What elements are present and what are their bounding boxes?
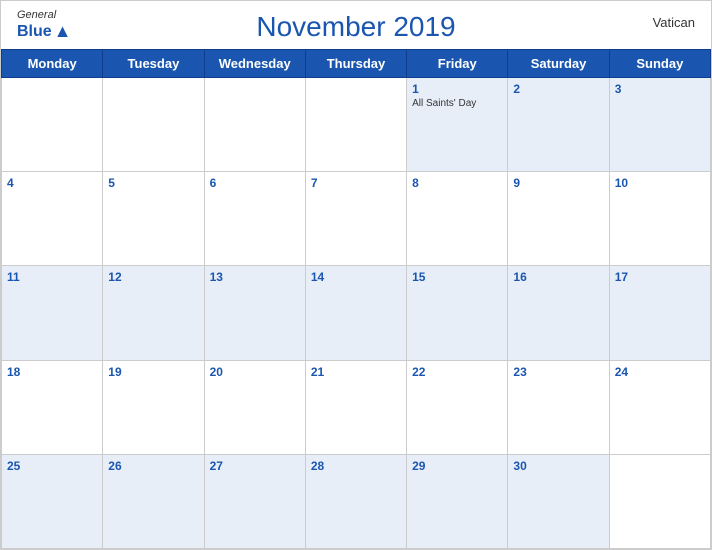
logo-general: General Blue ▲ — [17, 9, 72, 42]
day-number: 30 — [513, 459, 603, 473]
country-label: Vatican — [653, 15, 695, 30]
day-number: 19 — [108, 365, 198, 379]
logo-blue-text: Blue — [17, 23, 52, 41]
day-number: 16 — [513, 270, 603, 284]
calendar-day-cell — [2, 78, 103, 172]
day-number: 5 — [108, 176, 198, 190]
header-wednesday: Wednesday — [204, 50, 305, 78]
day-number: 23 — [513, 365, 603, 379]
day-number: 12 — [108, 270, 198, 284]
day-number: 24 — [615, 365, 705, 379]
calendar-table: Monday Tuesday Wednesday Thursday Friday… — [1, 49, 711, 549]
day-number: 17 — [615, 270, 705, 284]
calendar-day-cell: 28 — [305, 454, 406, 548]
calendar-day-cell: 20 — [204, 360, 305, 454]
calendar-day-cell: 9 — [508, 172, 609, 266]
day-number: 14 — [311, 270, 401, 284]
calendar-day-cell: 2 — [508, 78, 609, 172]
calendar-wrapper: General Blue ▲ November 2019 Vatican Mon… — [0, 0, 712, 550]
calendar-day-cell: 18 — [2, 360, 103, 454]
header-monday: Monday — [2, 50, 103, 78]
day-number: 4 — [7, 176, 97, 190]
day-number: 2 — [513, 82, 603, 96]
day-event: All Saints' Day — [412, 98, 502, 109]
calendar-day-cell — [204, 78, 305, 172]
calendar-day-cell: 22 — [407, 360, 508, 454]
calendar-day-cell — [103, 78, 204, 172]
calendar-day-cell: 14 — [305, 266, 406, 360]
logo-general-text: General — [17, 9, 56, 21]
day-number: 29 — [412, 459, 502, 473]
calendar-day-cell: 4 — [2, 172, 103, 266]
calendar-day-cell: 27 — [204, 454, 305, 548]
calendar-day-cell: 1 All Saints' Day — [407, 78, 508, 172]
day-number: 28 — [311, 459, 401, 473]
day-number: 9 — [513, 176, 603, 190]
header-saturday: Saturday — [508, 50, 609, 78]
calendar-day-cell: 17 — [609, 266, 710, 360]
calendar-day-cell: 29 — [407, 454, 508, 548]
calendar-day-cell: 30 — [508, 454, 609, 548]
calendar-day-cell: 16 — [508, 266, 609, 360]
day-number: 8 — [412, 176, 502, 190]
logo-bird-icon: ▲ — [54, 21, 72, 42]
calendar-week-row: 456789 10 — [2, 172, 711, 266]
calendar-week-row: 11 12 13 14 15 16 17 — [2, 266, 711, 360]
day-number: 7 — [311, 176, 401, 190]
day-number: 20 — [210, 365, 300, 379]
header-tuesday: Tuesday — [103, 50, 204, 78]
calendar-day-cell: 5 — [103, 172, 204, 266]
calendar-week-row: 18 19 20 21 22 23 24 — [2, 360, 711, 454]
calendar-day-cell: 10 — [609, 172, 710, 266]
calendar-day-cell: 13 — [204, 266, 305, 360]
day-number: 21 — [311, 365, 401, 379]
calendar-day-cell: 19 — [103, 360, 204, 454]
day-number: 26 — [108, 459, 198, 473]
day-number: 1 — [412, 82, 502, 96]
calendar-day-cell: 12 — [103, 266, 204, 360]
day-number: 13 — [210, 270, 300, 284]
calendar-day-cell: 24 — [609, 360, 710, 454]
calendar-body: 1 All Saints' Day 23 456789 10 11 12 13 14 15 16 17… — [2, 78, 711, 549]
day-number: 27 — [210, 459, 300, 473]
calendar-day-cell: 8 — [407, 172, 508, 266]
header-sunday: Sunday — [609, 50, 710, 78]
day-number: 3 — [615, 82, 705, 96]
day-number: 11 — [7, 270, 97, 284]
calendar-day-cell — [305, 78, 406, 172]
day-number: 18 — [7, 365, 97, 379]
header-thursday: Thursday — [305, 50, 406, 78]
day-number: 10 — [615, 176, 705, 190]
calendar-day-cell: 15 — [407, 266, 508, 360]
calendar-header: General Blue ▲ November 2019 Vatican — [1, 1, 711, 49]
calendar-day-cell — [609, 454, 710, 548]
weekday-header-row: Monday Tuesday Wednesday Thursday Friday… — [2, 50, 711, 78]
calendar-day-cell: 3 — [609, 78, 710, 172]
day-number: 22 — [412, 365, 502, 379]
month-title: November 2019 — [256, 11, 455, 43]
calendar-day-cell: 6 — [204, 172, 305, 266]
header-friday: Friday — [407, 50, 508, 78]
calendar-day-cell: 21 — [305, 360, 406, 454]
day-number: 6 — [210, 176, 300, 190]
day-number: 25 — [7, 459, 97, 473]
calendar-day-cell: 26 — [103, 454, 204, 548]
calendar-day-cell: 25 — [2, 454, 103, 548]
day-number: 15 — [412, 270, 502, 284]
calendar-week-row: 25 26 27 28 29 30 — [2, 454, 711, 548]
calendar-day-cell: 23 — [508, 360, 609, 454]
logo-area: General Blue ▲ — [17, 9, 72, 42]
calendar-day-cell: 7 — [305, 172, 406, 266]
calendar-day-cell: 11 — [2, 266, 103, 360]
calendar-week-row: 1 All Saints' Day 23 — [2, 78, 711, 172]
